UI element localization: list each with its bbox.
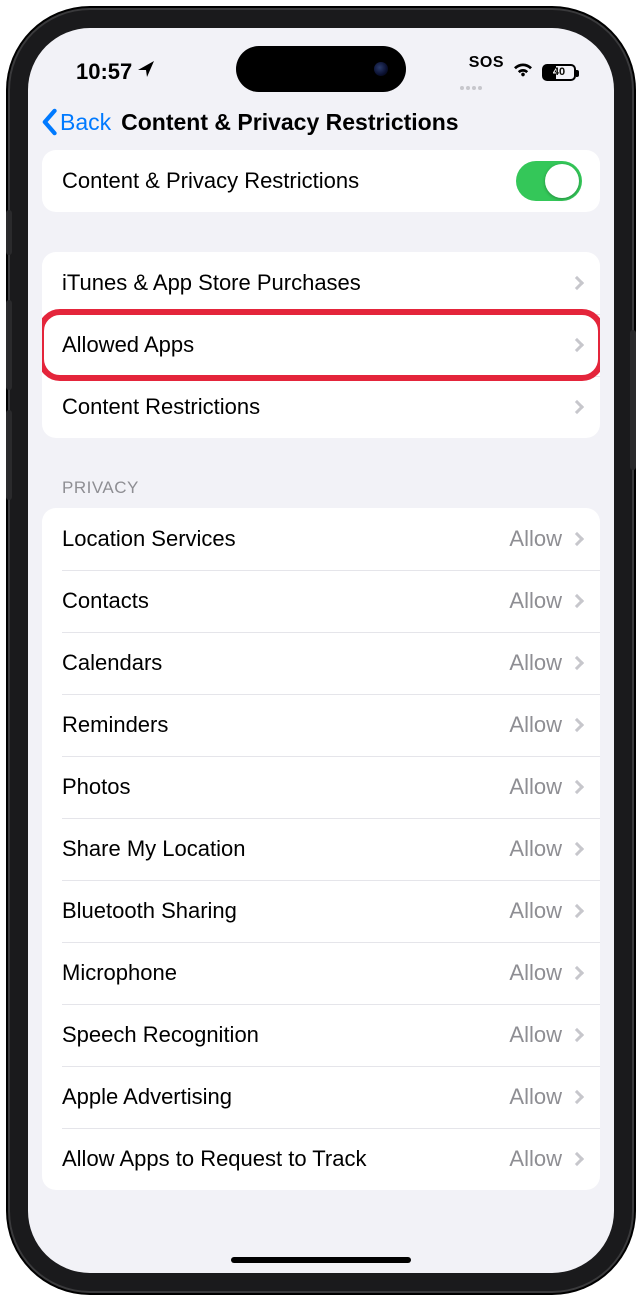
row-value: Allow — [509, 712, 562, 738]
reminders-row[interactable]: Reminders Allow — [42, 694, 600, 756]
row-label: Contacts — [62, 588, 149, 614]
itunes-appstore-row[interactable]: iTunes & App Store Purchases — [42, 252, 600, 314]
row-label: iTunes & App Store Purchases — [62, 270, 361, 296]
row-value: Allow — [509, 1022, 562, 1048]
content-privacy-toggle-label: Content & Privacy Restrictions — [62, 168, 359, 194]
location-arrow-icon — [136, 59, 156, 85]
power-button — [630, 330, 636, 470]
row-value: Allow — [509, 836, 562, 862]
row-label: Location Services — [62, 526, 236, 552]
speech-recognition-row[interactable]: Speech Recognition Allow — [42, 1004, 600, 1066]
mute-switch — [6, 210, 12, 255]
row-label: Apple Advertising — [62, 1084, 232, 1110]
row-label: Content Restrictions — [62, 394, 260, 420]
row-value: Allow — [509, 898, 562, 924]
chevron-right-icon — [570, 656, 584, 670]
master-toggle-group: Content & Privacy Restrictions — [42, 150, 600, 212]
row-label: Bluetooth Sharing — [62, 898, 237, 924]
chevron-right-icon — [570, 1152, 584, 1166]
front-camera — [374, 62, 388, 76]
content-restrictions-row[interactable]: Content Restrictions — [42, 376, 600, 438]
row-label: Reminders — [62, 712, 168, 738]
back-button[interactable]: Back — [40, 108, 111, 136]
chevron-left-icon — [40, 108, 58, 136]
volume-up-button — [6, 300, 12, 390]
privacy-header: Privacy — [42, 478, 600, 508]
general-group: iTunes & App Store Purchases Allowed App… — [42, 252, 600, 438]
photos-row[interactable]: Photos Allow — [42, 756, 600, 818]
back-label: Back — [60, 109, 111, 136]
privacy-group: Location Services Allow Contacts Allow C… — [42, 508, 600, 1190]
allowed-apps-row[interactable]: Allowed Apps — [42, 314, 600, 376]
row-value: Allow — [509, 774, 562, 800]
screen: 10:57 SOS 40 — [28, 28, 614, 1273]
chevron-right-icon — [570, 1028, 584, 1042]
row-value: Allow — [509, 960, 562, 986]
row-value: Allow — [509, 588, 562, 614]
apple-advertising-row[interactable]: Apple Advertising Allow — [42, 1066, 600, 1128]
chevron-right-icon — [570, 276, 584, 290]
battery-percent: 40 — [544, 66, 574, 78]
wifi-icon — [512, 58, 534, 86]
status-time: 10:57 — [76, 59, 132, 85]
row-label: Speech Recognition — [62, 1022, 259, 1048]
chevron-right-icon — [570, 966, 584, 980]
volume-down-button — [6, 410, 12, 500]
row-label: Allow Apps to Request to Track — [62, 1146, 367, 1172]
battery-icon: 40 — [542, 64, 576, 81]
chevron-right-icon — [570, 718, 584, 732]
chevron-right-icon — [570, 338, 584, 352]
row-label: Photos — [62, 774, 131, 800]
toggle-knob — [545, 164, 579, 198]
sos-indicator: SOS — [469, 54, 504, 72]
share-my-location-row[interactable]: Share My Location Allow — [42, 818, 600, 880]
calendars-row[interactable]: Calendars Allow — [42, 632, 600, 694]
row-label: Share My Location — [62, 836, 245, 862]
chevron-right-icon — [570, 842, 584, 856]
row-label: Calendars — [62, 650, 162, 676]
chevron-right-icon — [570, 780, 584, 794]
bluetooth-sharing-row[interactable]: Bluetooth Sharing Allow — [42, 880, 600, 942]
nav-bar: Back Content & Privacy Restrictions — [28, 98, 614, 150]
row-label: Microphone — [62, 960, 177, 986]
settings-content: Content & Privacy Restrictions iTunes & … — [28, 150, 614, 1190]
row-value: Allow — [509, 650, 562, 676]
chevron-right-icon — [570, 594, 584, 608]
contacts-row[interactable]: Contacts Allow — [42, 570, 600, 632]
home-indicator[interactable] — [231, 1257, 411, 1263]
chevron-right-icon — [570, 904, 584, 918]
phone-frame: 10:57 SOS 40 — [10, 10, 632, 1291]
row-label: Allowed Apps — [62, 332, 194, 358]
content-privacy-toggle[interactable] — [516, 161, 582, 201]
microphone-row[interactable]: Microphone Allow — [42, 942, 600, 1004]
chevron-right-icon — [570, 532, 584, 546]
row-value: Allow — [509, 1084, 562, 1110]
allow-apps-track-row[interactable]: Allow Apps to Request to Track Allow — [42, 1128, 600, 1190]
page-title: Content & Privacy Restrictions — [121, 109, 458, 136]
row-value: Allow — [509, 526, 562, 552]
cellular-dots-icon — [460, 86, 482, 90]
chevron-right-icon — [570, 400, 584, 414]
location-services-row[interactable]: Location Services Allow — [42, 508, 600, 570]
row-value: Allow — [509, 1146, 562, 1172]
content-privacy-toggle-row[interactable]: Content & Privacy Restrictions — [42, 150, 600, 212]
dynamic-island — [236, 46, 406, 92]
chevron-right-icon — [570, 1090, 584, 1104]
